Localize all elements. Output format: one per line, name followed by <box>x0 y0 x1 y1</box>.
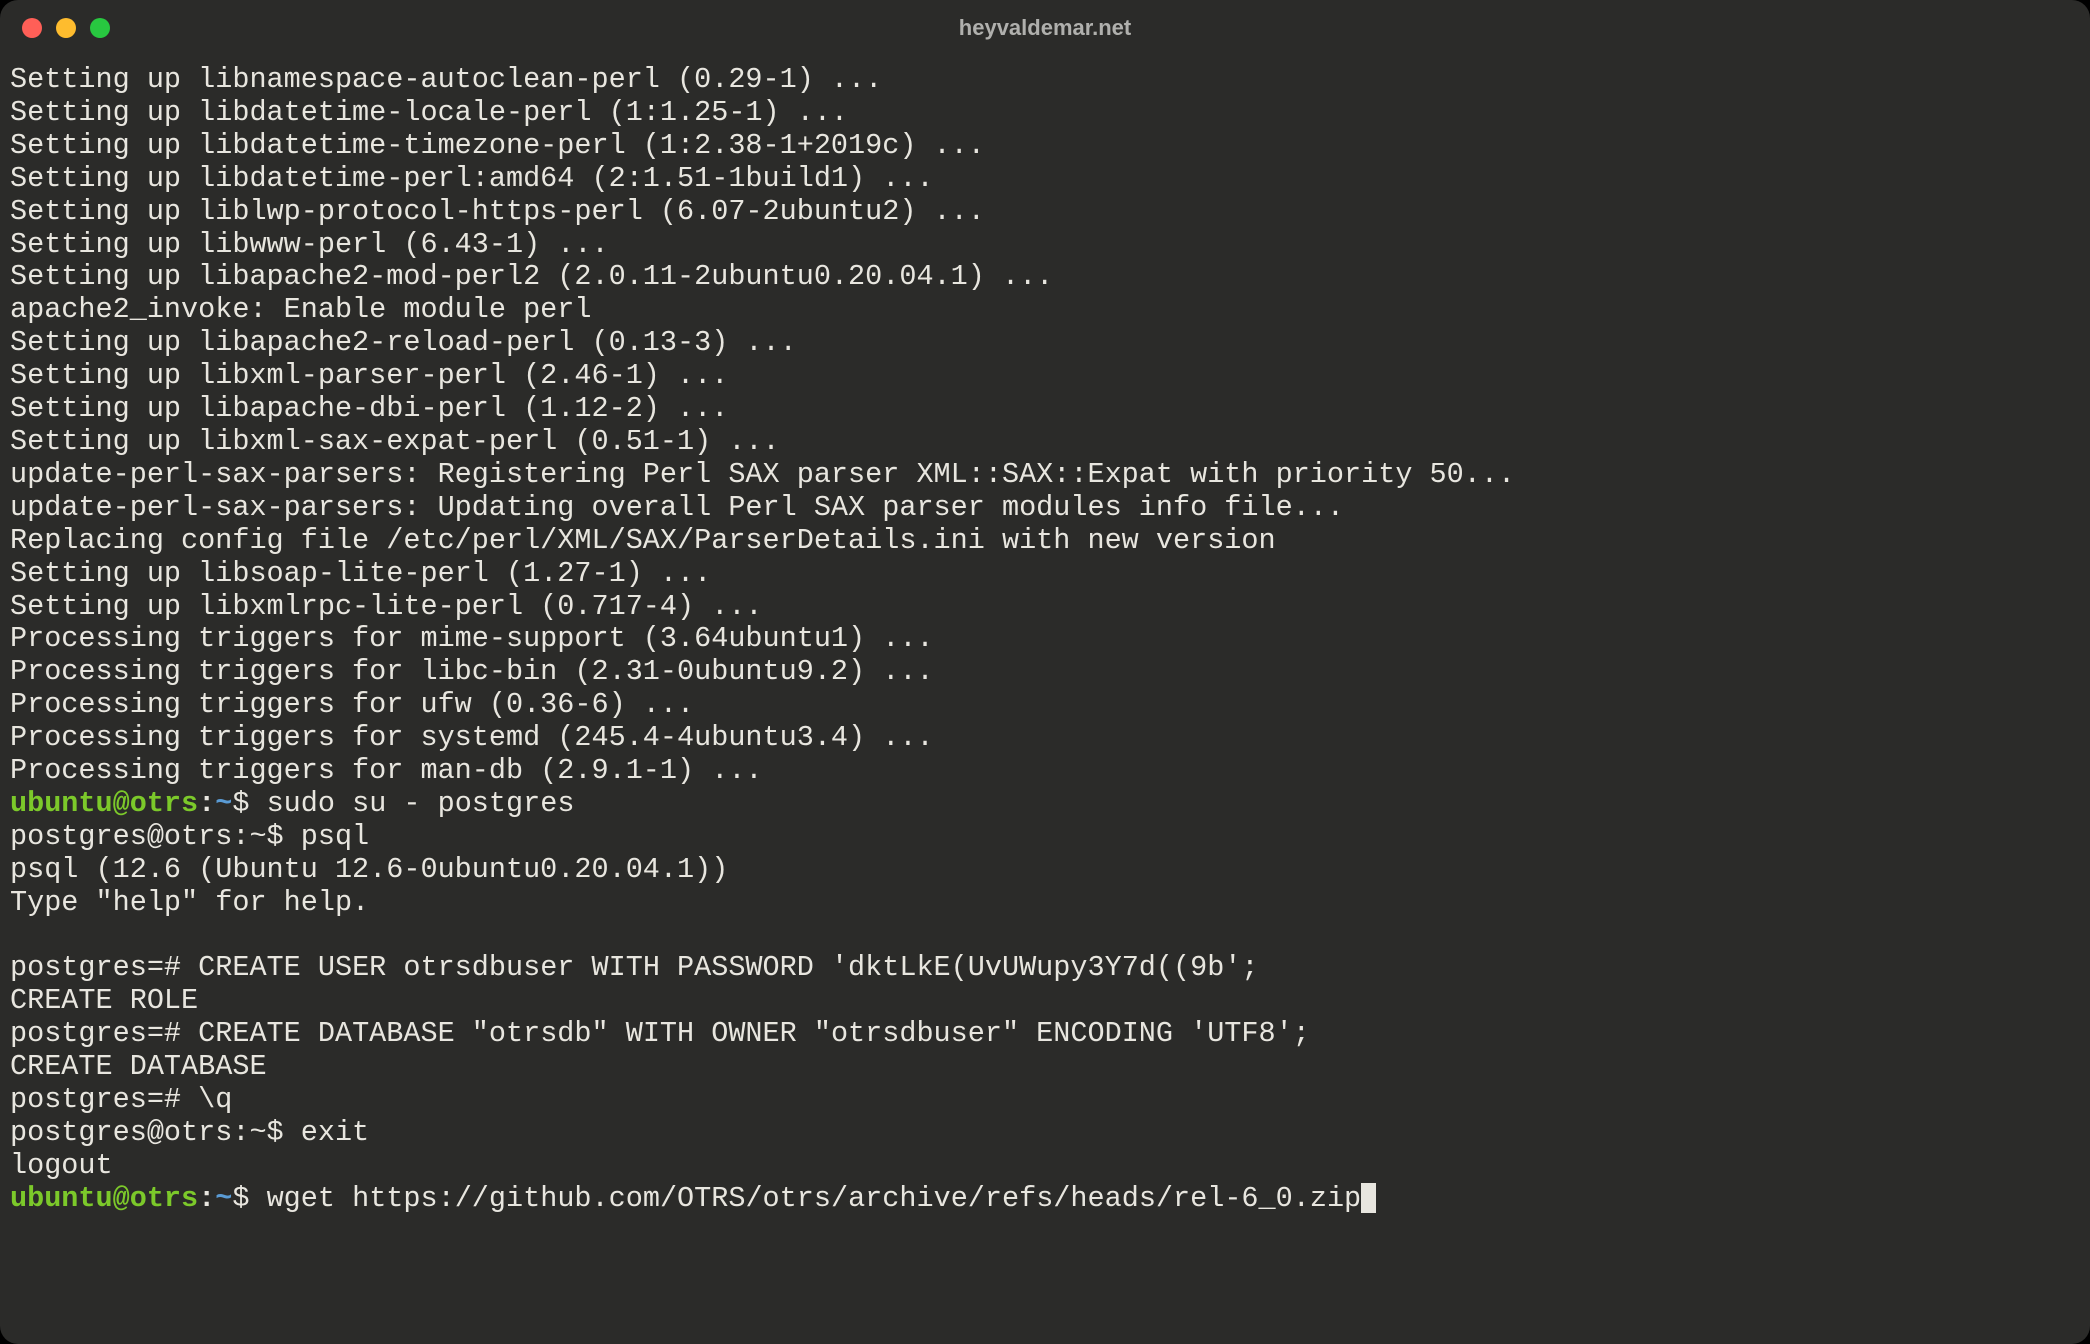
output-line: Setting up libxmlrpc-lite-perl (0.717-4)… <box>10 590 763 623</box>
terminal-window: heyvaldemar.net Setting up libnamespace-… <box>0 0 2090 1344</box>
command-text: psql <box>301 820 369 853</box>
prompt-sep: : <box>198 1182 215 1215</box>
prompt-plain: postgres@otrs:~$ <box>10 1116 301 1149</box>
traffic-lights <box>22 18 110 38</box>
window-title: heyvaldemar.net <box>0 15 2090 41</box>
prompt-sep: : <box>198 787 215 820</box>
output-line: Setting up libapache2-reload-perl (0.13-… <box>10 326 797 359</box>
output-line: CREATE DATABASE <box>10 1050 267 1083</box>
command-text: sudo su - postgres <box>267 787 575 820</box>
output-line: Setting up libdatetime-perl:amd64 (2:1.5… <box>10 162 934 195</box>
titlebar: heyvaldemar.net <box>0 0 2090 56</box>
terminal-body[interactable]: Setting up libnamespace-autoclean-perl (… <box>0 56 2090 1226</box>
zoom-icon[interactable] <box>90 18 110 38</box>
output-line: logout <box>10 1149 113 1182</box>
output-line: Setting up libsoap-lite-perl (1.27-1) ..… <box>10 557 711 590</box>
prompt-path: ~ <box>215 787 232 820</box>
command-text: CREATE USER otrsdbuser WITH PASSWORD 'dk… <box>198 951 1258 984</box>
output-line: apache2_invoke: Enable module perl <box>10 293 592 326</box>
prompt-plain: postgres@otrs:~$ <box>10 820 301 853</box>
output-line: Type "help" for help. <box>10 886 369 919</box>
output-line: Processing triggers for mime-support (3.… <box>10 622 934 655</box>
output-line: CREATE ROLE <box>10 984 198 1017</box>
prompt-dollar: $ <box>232 1182 266 1215</box>
prompt-plain: postgres=# <box>10 1017 198 1050</box>
command-text: exit <box>301 1116 369 1149</box>
output-line: Setting up libwww-perl (6.43-1) ... <box>10 228 609 261</box>
output-line: Setting up libapache2-mod-perl2 (2.0.11-… <box>10 260 1053 293</box>
output-line: psql (12.6 (Ubuntu 12.6-0ubuntu0.20.04.1… <box>10 853 728 886</box>
output-line: Processing triggers for libc-bin (2.31-0… <box>10 655 934 688</box>
cursor-icon <box>1361 1183 1376 1213</box>
prompt-plain: postgres=# <box>10 951 198 984</box>
output-line: Replacing config file /etc/perl/XML/SAX/… <box>10 524 1276 557</box>
output-line: Processing triggers for systemd (245.4-4… <box>10 721 934 754</box>
output-line: Setting up libdatetime-timezone-perl (1:… <box>10 129 985 162</box>
output-line: Processing triggers for ufw (0.36-6) ... <box>10 688 694 721</box>
minimize-icon[interactable] <box>56 18 76 38</box>
output-line: Setting up libxml-sax-expat-perl (0.51-1… <box>10 425 780 458</box>
prompt-user: ubuntu@otrs <box>10 787 198 820</box>
prompt-dollar: $ <box>232 787 266 820</box>
output-line: Setting up libnamespace-autoclean-perl (… <box>10 63 882 96</box>
output-line: Setting up liblwp-protocol-https-perl (6… <box>10 195 985 228</box>
output-line: Setting up libxml-parser-perl (2.46-1) .… <box>10 359 728 392</box>
prompt-path: ~ <box>215 1182 232 1215</box>
command-text: \q <box>198 1083 232 1116</box>
output-line: Processing triggers for man-db (2.9.1-1)… <box>10 754 763 787</box>
prompt-plain: postgres=# <box>10 1083 198 1116</box>
output-line: update-perl-sax-parsers: Updating overal… <box>10 491 1344 524</box>
output-line: update-perl-sax-parsers: Registering Per… <box>10 458 1515 491</box>
command-text: CREATE DATABASE "otrsdb" WITH OWNER "otr… <box>198 1017 1310 1050</box>
command-text: wget https://github.com/OTRS/otrs/archiv… <box>267 1182 1362 1215</box>
output-line: Setting up libapache-dbi-perl (1.12-2) .… <box>10 392 728 425</box>
output-line: Setting up libdatetime-locale-perl (1:1.… <box>10 96 848 129</box>
prompt-user: ubuntu@otrs <box>10 1182 198 1215</box>
close-icon[interactable] <box>22 18 42 38</box>
